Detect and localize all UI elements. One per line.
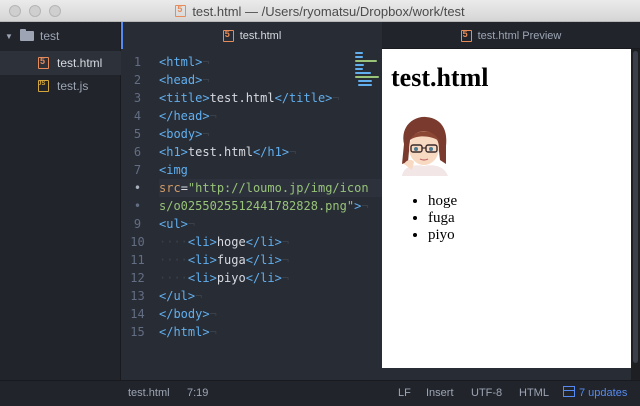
tree-item-test-html[interactable]: test.html bbox=[0, 51, 121, 75]
scrollbar-thumb[interactable] bbox=[633, 51, 638, 363]
tree-item-test-js[interactable]: test.js bbox=[0, 74, 121, 98]
preview-heading: test.html bbox=[391, 63, 489, 92]
line-number: 3 bbox=[133, 91, 142, 105]
tree-folder-test[interactable]: ▼ test bbox=[0, 24, 121, 48]
list-item: hoge bbox=[428, 193, 457, 210]
tab-html-preview[interactable]: test.html Preview bbox=[382, 22, 640, 49]
line-number: • bbox=[133, 199, 142, 213]
line-number: 13 bbox=[130, 289, 145, 303]
window-title: test.html — /Users/ryomatsu/Dropbox/work… bbox=[192, 3, 465, 19]
line-number: 11 bbox=[130, 253, 145, 267]
preview-bottom-gap bbox=[382, 368, 631, 380]
code-line: <img bbox=[159, 163, 188, 177]
code-lines[interactable]: <html>¬ <head>¬ <title>test.html</title>… bbox=[159, 49, 382, 380]
code-editor[interactable]: 1 2 3 4 5 6 7 • • 9 10 11 12 13 14 15 <h… bbox=[121, 49, 382, 380]
line-number: 5 bbox=[133, 127, 142, 141]
code-line: </body>¬ bbox=[159, 307, 217, 321]
tab-label: test.html bbox=[239, 29, 282, 42]
html-preview-pane[interactable]: test.html hoge fuga piyo bbox=[382, 49, 631, 368]
code-line: <html>¬ bbox=[159, 55, 210, 69]
code-line-current: src="http://loumo.jp/img/icon bbox=[159, 179, 382, 197]
status-bar: test.html 7:19 LF Insert UTF-8 HTML 7 up… bbox=[0, 380, 640, 406]
line-number: 4 bbox=[133, 109, 142, 123]
tree-item-label: test.js bbox=[57, 79, 89, 93]
tree-folder-label: test bbox=[40, 29, 60, 43]
status-insert-mode: Insert bbox=[426, 387, 454, 399]
window-title-group: test.html — /Users/ryomatsu/Dropbox/work… bbox=[0, 0, 640, 22]
status-cursor-position[interactable]: 7:19 bbox=[187, 381, 208, 406]
code-line: </head>¬ bbox=[159, 109, 217, 123]
list-item: piyo bbox=[428, 227, 457, 244]
window-titlebar: test.html — /Users/ryomatsu/Dropbox/work… bbox=[0, 0, 640, 22]
code-line: <h1>test.html</h1>¬ bbox=[159, 145, 297, 159]
code-line: <title>test.html</title>¬ bbox=[159, 91, 340, 105]
minimap[interactable] bbox=[353, 51, 380, 87]
html-file-icon bbox=[38, 56, 49, 69]
code-line: </html>¬ bbox=[159, 325, 217, 339]
line-number: 15 bbox=[130, 325, 145, 339]
preview-scrollbar[interactable] bbox=[631, 49, 640, 380]
chevron-down-icon: ▼ bbox=[5, 31, 13, 41]
line-number: • bbox=[133, 181, 142, 195]
line-number: 14 bbox=[130, 307, 145, 321]
status-updates[interactable]: 7 updates bbox=[563, 381, 627, 406]
line-number: 6 bbox=[133, 145, 142, 159]
avatar-image bbox=[402, 116, 448, 176]
folder-icon bbox=[20, 29, 34, 41]
code-line: <head>¬ bbox=[159, 73, 210, 87]
preview-tab-bar: test.html Preview bbox=[382, 22, 640, 49]
tab-test-html[interactable]: test.html bbox=[121, 22, 382, 49]
line-number: 1 bbox=[133, 55, 142, 69]
code-line: <body>¬ bbox=[159, 127, 210, 141]
code-line: s/o0255025512441782828.png">¬ bbox=[159, 199, 369, 213]
status-grammar[interactable]: HTML bbox=[519, 381, 549, 406]
status-updates-label: 7 updates bbox=[579, 387, 628, 399]
tree-view: ▼ test test.html test.js bbox=[0, 22, 121, 380]
status-encoding[interactable]: UTF-8 bbox=[471, 381, 502, 406]
line-number: 10 bbox=[130, 235, 145, 249]
tab-label: test.html Preview bbox=[477, 29, 562, 42]
line-number-gutter: 1 2 3 4 5 6 7 • • 9 10 11 12 13 14 15 bbox=[121, 49, 154, 380]
line-number: 12 bbox=[130, 271, 145, 285]
code-line: ····<li>hoge</li>¬ bbox=[159, 235, 290, 249]
html-file-icon bbox=[460, 29, 472, 42]
code-line: <ul>¬ bbox=[159, 217, 196, 231]
code-line: </ul>¬ bbox=[159, 289, 203, 303]
code-line: ····<li>fuga</li>¬ bbox=[159, 253, 290, 267]
html-file-icon bbox=[222, 29, 234, 42]
line-number: 2 bbox=[133, 73, 142, 87]
list-item: fuga bbox=[428, 210, 457, 227]
preview-list: hoge fuga piyo bbox=[410, 193, 457, 244]
package-icon bbox=[563, 386, 575, 397]
editor-tab-bar: test.html bbox=[121, 22, 382, 49]
code-line: ····<li>piyo</li>¬ bbox=[159, 271, 290, 285]
tree-item-label: test.html bbox=[57, 56, 103, 70]
js-file-icon bbox=[38, 80, 49, 92]
line-number: 7 bbox=[133, 163, 142, 177]
line-number: 9 bbox=[133, 217, 142, 231]
status-line-ending[interactable]: LF bbox=[398, 381, 411, 406]
html-file-icon bbox=[175, 4, 187, 17]
status-file-path[interactable]: test.html bbox=[128, 381, 170, 406]
